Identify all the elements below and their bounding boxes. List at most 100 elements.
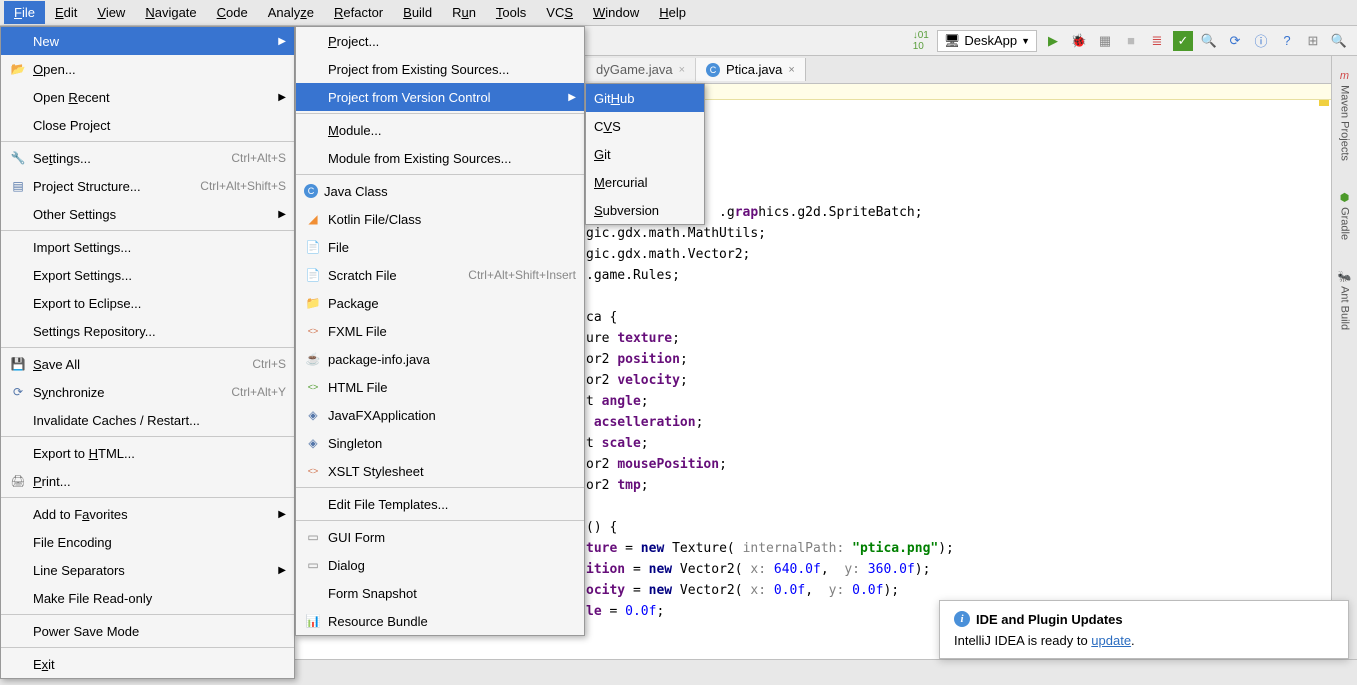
file-settings-repository[interactable]: Settings Repository...	[1, 317, 294, 345]
new-edit-templates[interactable]: Edit File Templates...	[296, 490, 584, 518]
file-export-settings[interactable]: Export Settings...	[1, 261, 294, 289]
menu-navigate[interactable]: Navigate	[135, 1, 206, 24]
menu-edit[interactable]: Edit	[45, 1, 87, 24]
file-export-html[interactable]: Export to HTML...	[1, 439, 294, 467]
file-close-project[interactable]: Close Project	[1, 111, 294, 139]
menu-analyze[interactable]: Analyze	[258, 1, 324, 24]
file-add-favorites[interactable]: Add to Favorites▶	[1, 500, 294, 528]
tool-gradle[interactable]: ⬢ Gradle	[1337, 185, 1353, 246]
menu-view[interactable]: View	[87, 1, 135, 24]
new-dialog[interactable]: ▭Dialog	[296, 551, 584, 579]
close-icon[interactable]: ×	[679, 64, 685, 76]
blank-icon	[9, 32, 27, 50]
file-open-recent[interactable]: Open Recent ▶	[1, 83, 294, 111]
new-project-existing[interactable]: Project from Existing Sources...	[296, 55, 584, 83]
chevron-right-icon: ▶	[278, 565, 286, 576]
new-module-existing[interactable]: Module from Existing Sources...	[296, 144, 584, 172]
update-link[interactable]: update	[1091, 633, 1131, 648]
new-module[interactable]: Module...	[296, 116, 584, 144]
new-package-info[interactable]: ☕package-info.java	[296, 345, 584, 373]
html-icon: <>	[304, 378, 322, 396]
vcs-subversion[interactable]: Subversion	[586, 196, 704, 224]
new-kotlin[interactable]: ◢Kotlin File/Class	[296, 205, 584, 233]
file-synchronize[interactable]: ⟳ Synchronize Ctrl+Alt+Y	[1, 378, 294, 406]
file-other-settings[interactable]: Other Settings ▶	[1, 200, 294, 228]
new-package[interactable]: 📁Package	[296, 289, 584, 317]
menubar: File Edit View Navigate Code Analyze Ref…	[0, 0, 1357, 26]
form-icon: ▭	[304, 528, 322, 546]
new-fxml[interactable]: <>FXML File	[296, 317, 584, 345]
info-icon[interactable]: ⓘ	[1251, 31, 1271, 51]
find-icon[interactable]: 🔍	[1329, 31, 1349, 51]
vcs-git[interactable]: Git	[586, 140, 704, 168]
new-xslt[interactable]: <>XSLT Stylesheet	[296, 457, 584, 485]
new-java-class[interactable]: CJava Class	[296, 177, 584, 205]
new-project-vcs[interactable]: Project from Version Control▶	[296, 83, 584, 111]
menu-code[interactable]: Code	[207, 1, 258, 24]
file-new[interactable]: New ▶	[1, 27, 294, 55]
menu-refactor[interactable]: Refactor	[324, 1, 393, 24]
chevron-right-icon: ▶	[278, 36, 286, 47]
file-encoding[interactable]: File Encoding	[1, 528, 294, 556]
file-import-settings[interactable]: Import Settings...	[1, 233, 294, 261]
new-gui-form[interactable]: ▭GUI Form	[296, 523, 584, 551]
menu-separator	[296, 174, 584, 175]
file-line-separators[interactable]: Line Separators▶	[1, 556, 294, 584]
file-save-all[interactable]: 💾 Save All Ctrl+S	[1, 350, 294, 378]
search-icon[interactable]: 🔍	[1199, 31, 1219, 51]
file-invalidate-caches[interactable]: Invalidate Caches / Restart...	[1, 406, 294, 434]
jfx-icon: ◈	[304, 406, 322, 424]
file-power-save[interactable]: Power Save Mode	[1, 617, 294, 645]
file-open[interactable]: 📂 Open...	[1, 55, 294, 83]
info-icon: i	[954, 611, 970, 627]
vcs-submenu: GitHub CVS Git Mercurial Subversion	[585, 83, 705, 225]
new-scratch[interactable]: 📄Scratch FileCtrl+Alt+Shift+Insert	[296, 261, 584, 289]
run-icon[interactable]: ▶	[1043, 31, 1063, 51]
save-icon: 💾	[9, 355, 27, 373]
new-singleton[interactable]: ◈Singleton	[296, 429, 584, 457]
vcs-mercurial[interactable]: Mercurial	[586, 168, 704, 196]
file-make-readonly[interactable]: Make File Read-only	[1, 584, 294, 612]
check-icon[interactable]: ✓	[1173, 31, 1193, 51]
tool-ant[interactable]: 🐜 Ant Build	[1336, 264, 1354, 336]
menu-separator	[296, 487, 584, 488]
coverage-icon[interactable]: ▦	[1095, 31, 1115, 51]
tool-maven[interactable]: m Maven Projects	[1337, 64, 1353, 167]
run-config-selector[interactable]: 🖥 DeskApp ▼	[937, 30, 1037, 52]
gutter-warning-mark[interactable]	[1319, 100, 1329, 106]
vcs-cvs[interactable]: CVS	[586, 112, 704, 140]
file-exit[interactable]: Exit	[1, 650, 294, 678]
new-html[interactable]: <>HTML File	[296, 373, 584, 401]
new-project[interactable]: Project...	[296, 27, 584, 55]
file-export-eclipse[interactable]: Export to Eclipse...	[1, 289, 294, 317]
file-project-structure[interactable]: ▤ Project Structure... Ctrl+Alt+Shift+S	[1, 172, 294, 200]
tab-ptica[interactable]: C Ptica.java ×	[696, 58, 806, 81]
new-submenu: Project... Project from Existing Sources…	[295, 26, 585, 636]
help-icon[interactable]: ?	[1277, 31, 1297, 51]
menu-help[interactable]: Help	[649, 1, 696, 24]
vcs-github[interactable]: GitHub	[586, 84, 704, 112]
new-resource-bundle[interactable]: 📊Resource Bundle	[296, 607, 584, 635]
menu-tools[interactable]: Tools	[486, 1, 536, 24]
window-icon[interactable]: ⊞	[1303, 31, 1323, 51]
file-print[interactable]: 🖨 Print...	[1, 467, 294, 495]
menu-window[interactable]: Window	[583, 1, 649, 24]
new-javafx-app[interactable]: ◈JavaFXApplication	[296, 401, 584, 429]
binary-icon[interactable]: ↓0110	[911, 31, 931, 51]
new-form-snapshot[interactable]: Form Snapshot	[296, 579, 584, 607]
stop-icon[interactable]: ■	[1121, 31, 1141, 51]
new-file[interactable]: 📄File	[296, 233, 584, 261]
menu-run[interactable]: Run	[442, 1, 486, 24]
tab-hidden[interactable]: dyGame.java ×	[586, 58, 696, 81]
debug-icon[interactable]: 🐞	[1069, 31, 1089, 51]
close-icon[interactable]: ×	[788, 64, 794, 76]
file-settings[interactable]: 🔧 Settings... Ctrl+Alt+S	[1, 144, 294, 172]
menu-build[interactable]: Build	[393, 1, 442, 24]
reload-icon[interactable]: ⟳	[1225, 31, 1245, 51]
menu-separator	[1, 141, 294, 142]
package-icon: 📁	[304, 294, 322, 312]
menu-vcs[interactable]: VCS	[536, 1, 583, 24]
menu-separator	[296, 113, 584, 114]
list-icon[interactable]: ≣	[1147, 31, 1167, 51]
menu-file[interactable]: File	[4, 1, 45, 24]
